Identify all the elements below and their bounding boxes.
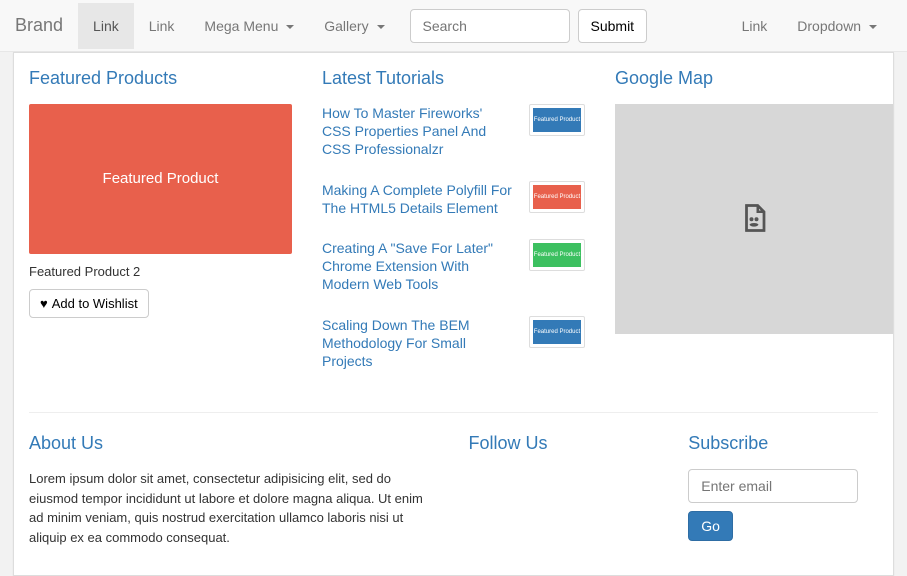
tutorial-link-1[interactable]: How To Master Fireworks' CSS Properties … <box>322 104 512 159</box>
tutorial-item: Making A Complete Polyfill For The HTML5… <box>322 181 585 217</box>
about-heading: About Us <box>29 433 439 454</box>
follow-heading: Follow Us <box>469 433 659 454</box>
subscribe-heading: Subscribe <box>688 433 878 454</box>
tutorial-link-4[interactable]: Scaling Down The BEM Methodology For Sma… <box>322 316 512 371</box>
tutorial-item: How To Master Fireworks' CSS Properties … <box>322 104 585 159</box>
google-map[interactable] <box>615 104 893 334</box>
tutorial-thumb[interactable]: Featured Product <box>529 239 585 271</box>
caret-down-icon <box>377 25 385 29</box>
subscribe-go-button[interactable]: Go <box>688 511 733 541</box>
nav-right-dropdown[interactable]: Dropdown <box>782 3 892 49</box>
nav-link-1[interactable]: Link <box>78 3 134 49</box>
nav-left: Link Link Mega Menu Gallery <box>78 3 399 49</box>
tutorials-column: Latest Tutorials How To Master Fireworks… <box>307 68 600 392</box>
broken-image-icon <box>739 201 769 238</box>
tutorial-item: Scaling Down The BEM Methodology For Sma… <box>322 316 585 371</box>
tutorial-item: Creating A "Save For Later" Chrome Exten… <box>322 239 585 294</box>
navbar: Brand Link Link Mega Menu Gallery Submit… <box>0 0 907 52</box>
map-column: Google Map <box>600 68 893 392</box>
add-to-wishlist-button[interactable]: ♥ Add to Wishlist <box>29 289 149 318</box>
divider <box>29 412 878 413</box>
featured-caption: Featured Product 2 <box>29 264 292 279</box>
tutorial-link-2[interactable]: Making A Complete Polyfill For The HTML5… <box>322 181 512 217</box>
caret-down-icon <box>286 25 294 29</box>
navbar-search-form: Submit <box>400 1 658 51</box>
tutorial-thumb[interactable]: Featured Product <box>529 104 585 136</box>
tutorial-thumb[interactable]: Featured Product <box>529 181 585 213</box>
nav-link-2[interactable]: Link <box>134 3 190 49</box>
featured-product-image[interactable]: Featured Product <box>29 104 292 254</box>
nav-right-link[interactable]: Link <box>727 3 783 49</box>
brand[interactable]: Brand <box>15 0 78 51</box>
tutorials-heading: Latest Tutorials <box>322 68 585 89</box>
caret-down-icon <box>869 25 877 29</box>
nav-right: Link Dropdown <box>727 3 892 49</box>
featured-heading: Featured Products <box>29 68 292 89</box>
main-panel: Featured Products Featured Product Featu… <box>13 52 894 576</box>
tutorial-thumb[interactable]: Featured Product <box>529 316 585 348</box>
search-input[interactable] <box>410 9 570 43</box>
nav-mega-menu[interactable]: Mega Menu <box>189 3 309 49</box>
heart-icon: ♥ <box>40 296 48 311</box>
nav-gallery[interactable]: Gallery <box>309 3 399 49</box>
tutorial-link-3[interactable]: Creating A "Save For Later" Chrome Exten… <box>322 239 512 294</box>
follow-column: Follow Us <box>454 433 674 560</box>
submit-button[interactable]: Submit <box>578 9 648 43</box>
featured-column: Featured Products Featured Product Featu… <box>14 68 307 392</box>
subscribe-email-input[interactable] <box>688 469 858 503</box>
subscribe-column: Subscribe Go <box>673 433 893 560</box>
about-text: Lorem ipsum dolor sit amet, consectetur … <box>29 469 439 547</box>
map-heading: Google Map <box>615 68 878 89</box>
about-column: About Us Lorem ipsum dolor sit amet, con… <box>14 433 454 560</box>
